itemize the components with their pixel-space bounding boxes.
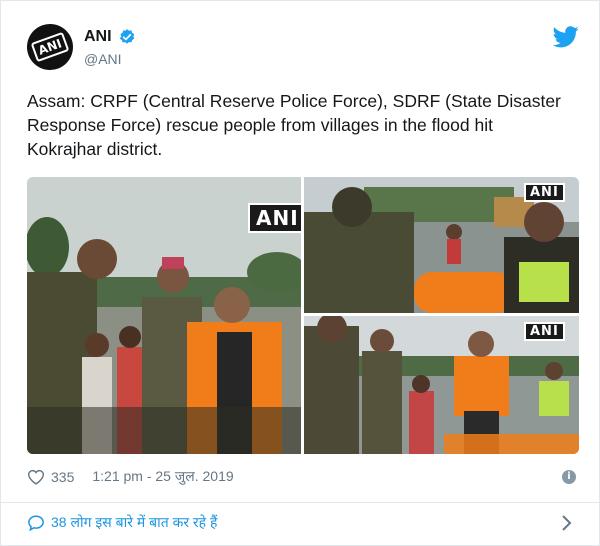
tweet-card: ANI ANI @ANI Assam: CRPF (Central Reserv… bbox=[0, 0, 600, 546]
avatar-logo-text: ANI bbox=[30, 31, 70, 63]
avatar[interactable]: ANI bbox=[20, 17, 80, 77]
tweet-text: Assam: CRPF (Central Reserve Police Forc… bbox=[27, 91, 561, 159]
rescue-photo-3[interactable]: ANI bbox=[304, 316, 579, 454]
account-handle[interactable]: @ANI bbox=[84, 51, 122, 67]
divider bbox=[1, 502, 599, 503]
media-grid[interactable]: ANI ANI ANI bbox=[27, 177, 579, 454]
account-name[interactable]: ANI bbox=[84, 28, 112, 46]
rescue-photo-1[interactable]: ANI bbox=[27, 177, 301, 454]
speech-bubble-icon bbox=[28, 514, 44, 531]
account-name-row[interactable]: ANI bbox=[84, 28, 136, 46]
chevron-right-icon[interactable] bbox=[561, 514, 573, 532]
ani-watermark-2: ANI bbox=[524, 183, 565, 202]
conversation-link[interactable]: 38 लोग इस बारे में बात कर रहे हैं bbox=[27, 513, 217, 532]
heart-icon[interactable] bbox=[27, 469, 45, 485]
info-icon[interactable]: i bbox=[562, 470, 576, 484]
ani-watermark-1: ANI bbox=[248, 203, 301, 233]
twitter-bird-icon[interactable] bbox=[553, 26, 579, 48]
tweet-timestamp[interactable]: 1:21 pm - 25 जुल. 2019 bbox=[92, 467, 233, 486]
like-count[interactable]: 335 bbox=[51, 469, 74, 485]
tweet-meta: 335 1:21 pm - 25 जुल. 2019 bbox=[27, 467, 234, 486]
ani-watermark-3: ANI bbox=[524, 322, 565, 341]
conversation-text: 38 लोग इस बारे में बात कर रहे हैं bbox=[51, 514, 218, 530]
rescue-photo-2[interactable]: ANI bbox=[304, 177, 579, 313]
verified-badge-icon bbox=[119, 29, 134, 44]
